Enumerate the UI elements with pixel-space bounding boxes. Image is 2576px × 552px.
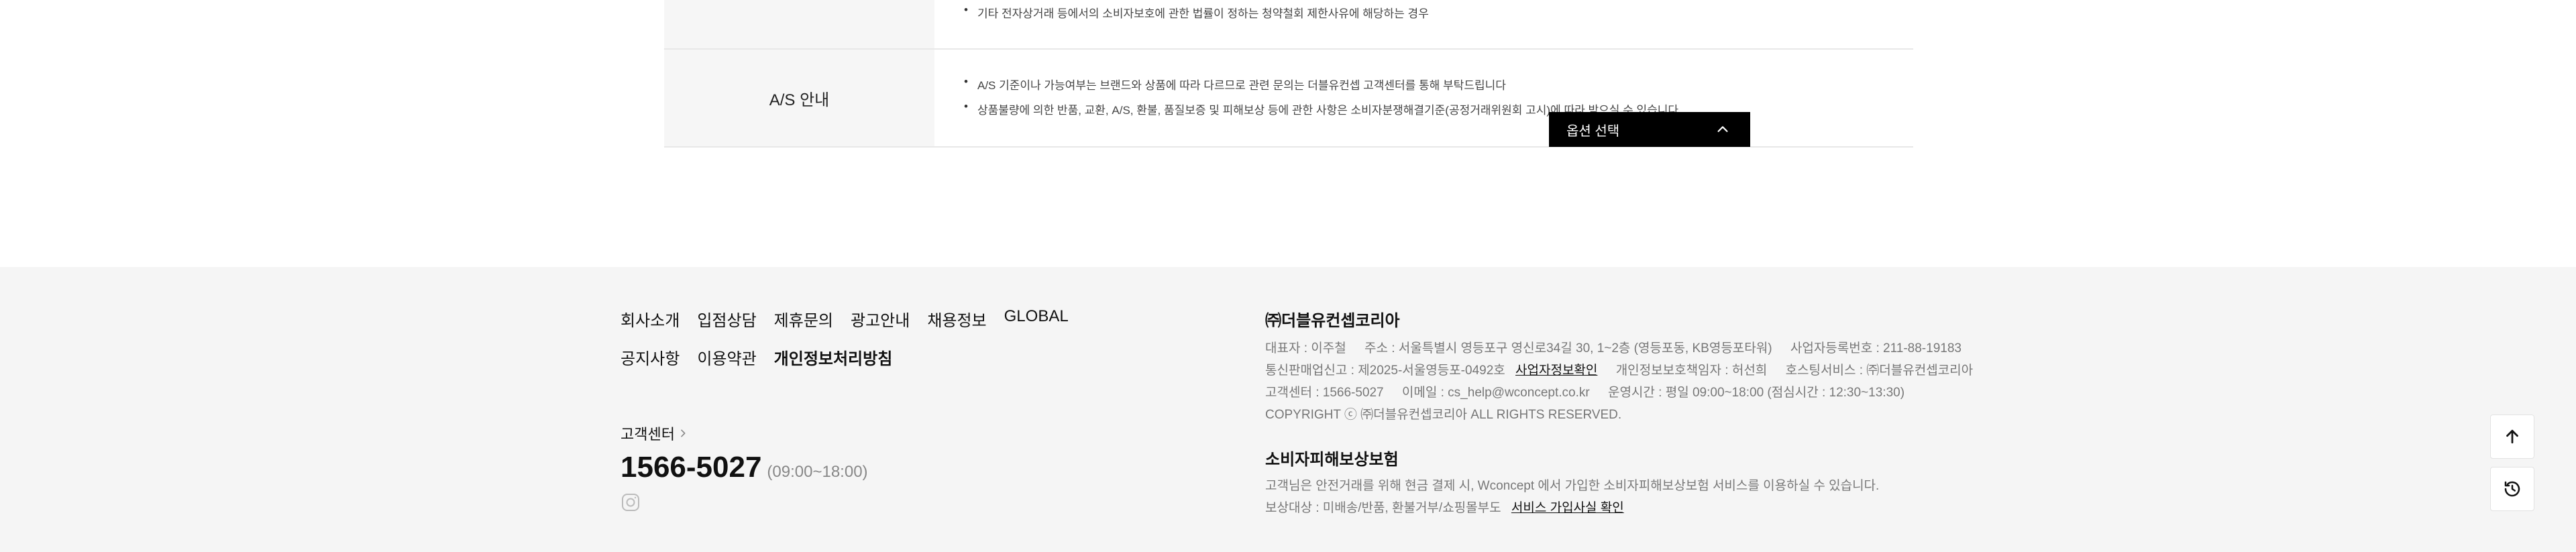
insurance-target-line: 보상대상 : 미배송/반품, 환불거부/쇼핑몰부도 서비스 가입사실 확인 bbox=[1265, 497, 1988, 519]
company-mail-order: 통신판매업신고 : 제2025-서울영등포-0492호 bbox=[1265, 364, 1505, 378]
footer-link-notice[interactable]: 공지사항 bbox=[621, 345, 680, 369]
info-row-header bbox=[664, 0, 934, 48]
instagram-icon[interactable] bbox=[621, 492, 641, 512]
info-row-content-as: A/S 기준이나 가능여부는 브랜드와 상품에 따라 다르므로 관련 문의는 더… bbox=[934, 50, 1913, 146]
company-biz-no: 사업자등록번호 : 211-88-19183 bbox=[1790, 341, 1962, 355]
info-row-header-as: A/S 안내 bbox=[664, 50, 934, 146]
company-info-line-1: 대표자 : 이주철 주소 : 서울특별시 영등포구 영신로34길 30, 1~2… bbox=[1265, 337, 1988, 360]
footer-link-advertising[interactable]: 광고안내 bbox=[851, 307, 910, 331]
customer-center-phone-block: 1566-5027 (09:00~18:00) bbox=[621, 451, 868, 484]
company-email: 이메일 : cs_help@wconcept.co.kr bbox=[1401, 386, 1590, 400]
company-cs-phone: 고객센터 : 1566-5027 bbox=[1265, 386, 1384, 400]
company-privacy-officer: 개인정보보호책임자 : 허선희 bbox=[1615, 364, 1768, 378]
footer-links: 회사소개 입점상담 제휴문의 광고안내 채용정보 GLOBAL 공지사항 이용약… bbox=[621, 307, 1069, 384]
scroll-top-button[interactable] bbox=[2490, 415, 2534, 459]
company-ceo: 대표자 : 이주철 bbox=[1265, 341, 1346, 355]
company-info: ㈜더블유컨셉코리아 대표자 : 이주철 주소 : 서울특별시 영등포구 영신로3… bbox=[1265, 307, 1988, 519]
footer-link-privacy[interactable]: 개인정보처리방침 bbox=[774, 345, 893, 369]
footer-link-terms[interactable]: 이용약관 bbox=[697, 345, 756, 369]
company-op-hours: 운영시간 : 평일 09:00~18:00 (점심시간 : 12:30~13:3… bbox=[1607, 386, 1905, 400]
footer-link-about[interactable]: 회사소개 bbox=[621, 307, 680, 331]
site-footer: 회사소개 입점상담 제휴문의 광고안내 채용정보 GLOBAL 공지사항 이용약… bbox=[0, 267, 2576, 552]
info-bullet: A/S 기준이나 가능여부는 브랜드와 상품에 따라 다르므로 관련 문의는 더… bbox=[964, 75, 1506, 93]
company-name: ㈜더블유컨셉코리아 bbox=[1265, 312, 1400, 330]
company-address: 주소 : 서울특별시 영등포구 영신로34길 30, 1~2층 (영등포동, K… bbox=[1364, 341, 1772, 355]
company-info-line-2: 통신판매업신고 : 제2025-서울영등포-0492호 사업자정보확인 개인정보… bbox=[1265, 360, 1988, 382]
customer-center: 고객센터 1566-5027 (09:00~18:00) bbox=[621, 423, 868, 516]
info-bullet: 기타 전자상거래 등에서의 소비자보호에 관한 법률이 정하는 청약철회 제한사… bbox=[964, 3, 1429, 21]
chevron-up-icon bbox=[1717, 126, 1728, 132]
company-info-line-3: 고객센터 : 1566-5027 이메일 : cs_help@wconcept.… bbox=[1265, 382, 1988, 404]
company-hosting: 호스팅서비스 : ㈜더블유컨셉코리아 bbox=[1785, 364, 1974, 378]
customer-center-phone: 1566-5027 bbox=[621, 451, 762, 484]
info-row-withdrawal: 기타 전자상거래 등에서의 소비자보호에 관한 법률이 정하는 청약철회 제한사… bbox=[664, 0, 1913, 50]
company-copyright: COPYRIGHT ⓒ ㈜더블유컨셉코리아 ALL RIGHTS RESERVE… bbox=[1265, 408, 1622, 422]
customer-center-hours: (09:00~18:00) bbox=[767, 463, 868, 481]
option-select-label: 옵션 선택 bbox=[1566, 123, 1620, 139]
customer-center-title: 고객센터 bbox=[621, 426, 675, 443]
customer-center-link[interactable]: 고객센터 bbox=[621, 423, 868, 444]
footer-link-partnership[interactable]: 제휴문의 bbox=[774, 307, 833, 331]
insurance-target: 보상대상 : 미배송/반품, 환불거부/쇼핑몰부도 bbox=[1265, 501, 1501, 515]
footer-links-row-1: 회사소개 입점상담 제휴문의 광고안내 채용정보 GLOBAL bbox=[621, 307, 1069, 331]
insurance-check-link[interactable]: 서비스 가입사실 확인 bbox=[1511, 501, 1624, 515]
chevron-right-icon bbox=[681, 429, 686, 437]
arrow-up-icon bbox=[2506, 429, 2518, 444]
insurance-desc: 고객님은 안전거래를 위해 현금 결제 시, Wconcept 에서 가입한 소… bbox=[1265, 479, 1880, 493]
insurance-title: 소비자피해보상보험 bbox=[1265, 451, 1399, 469]
footer-link-careers[interactable]: 채용정보 bbox=[927, 307, 986, 331]
history-icon bbox=[2504, 481, 2520, 497]
footer-link-store-consult[interactable]: 입점상담 bbox=[697, 307, 756, 331]
biz-info-link[interactable]: 사업자정보확인 bbox=[1515, 364, 1597, 378]
footer-links-row-2: 공지사항 이용약관 개인정보처리방침 bbox=[621, 345, 1069, 369]
option-select-button[interactable]: 옵션 선택 bbox=[1549, 112, 1750, 147]
info-row-content: 기타 전자상거래 등에서의 소비자보호에 관한 법률이 정하는 청약철회 제한사… bbox=[934, 0, 1913, 48]
recent-history-button[interactable] bbox=[2490, 467, 2534, 511]
footer-link-global[interactable]: GLOBAL bbox=[1004, 307, 1069, 331]
